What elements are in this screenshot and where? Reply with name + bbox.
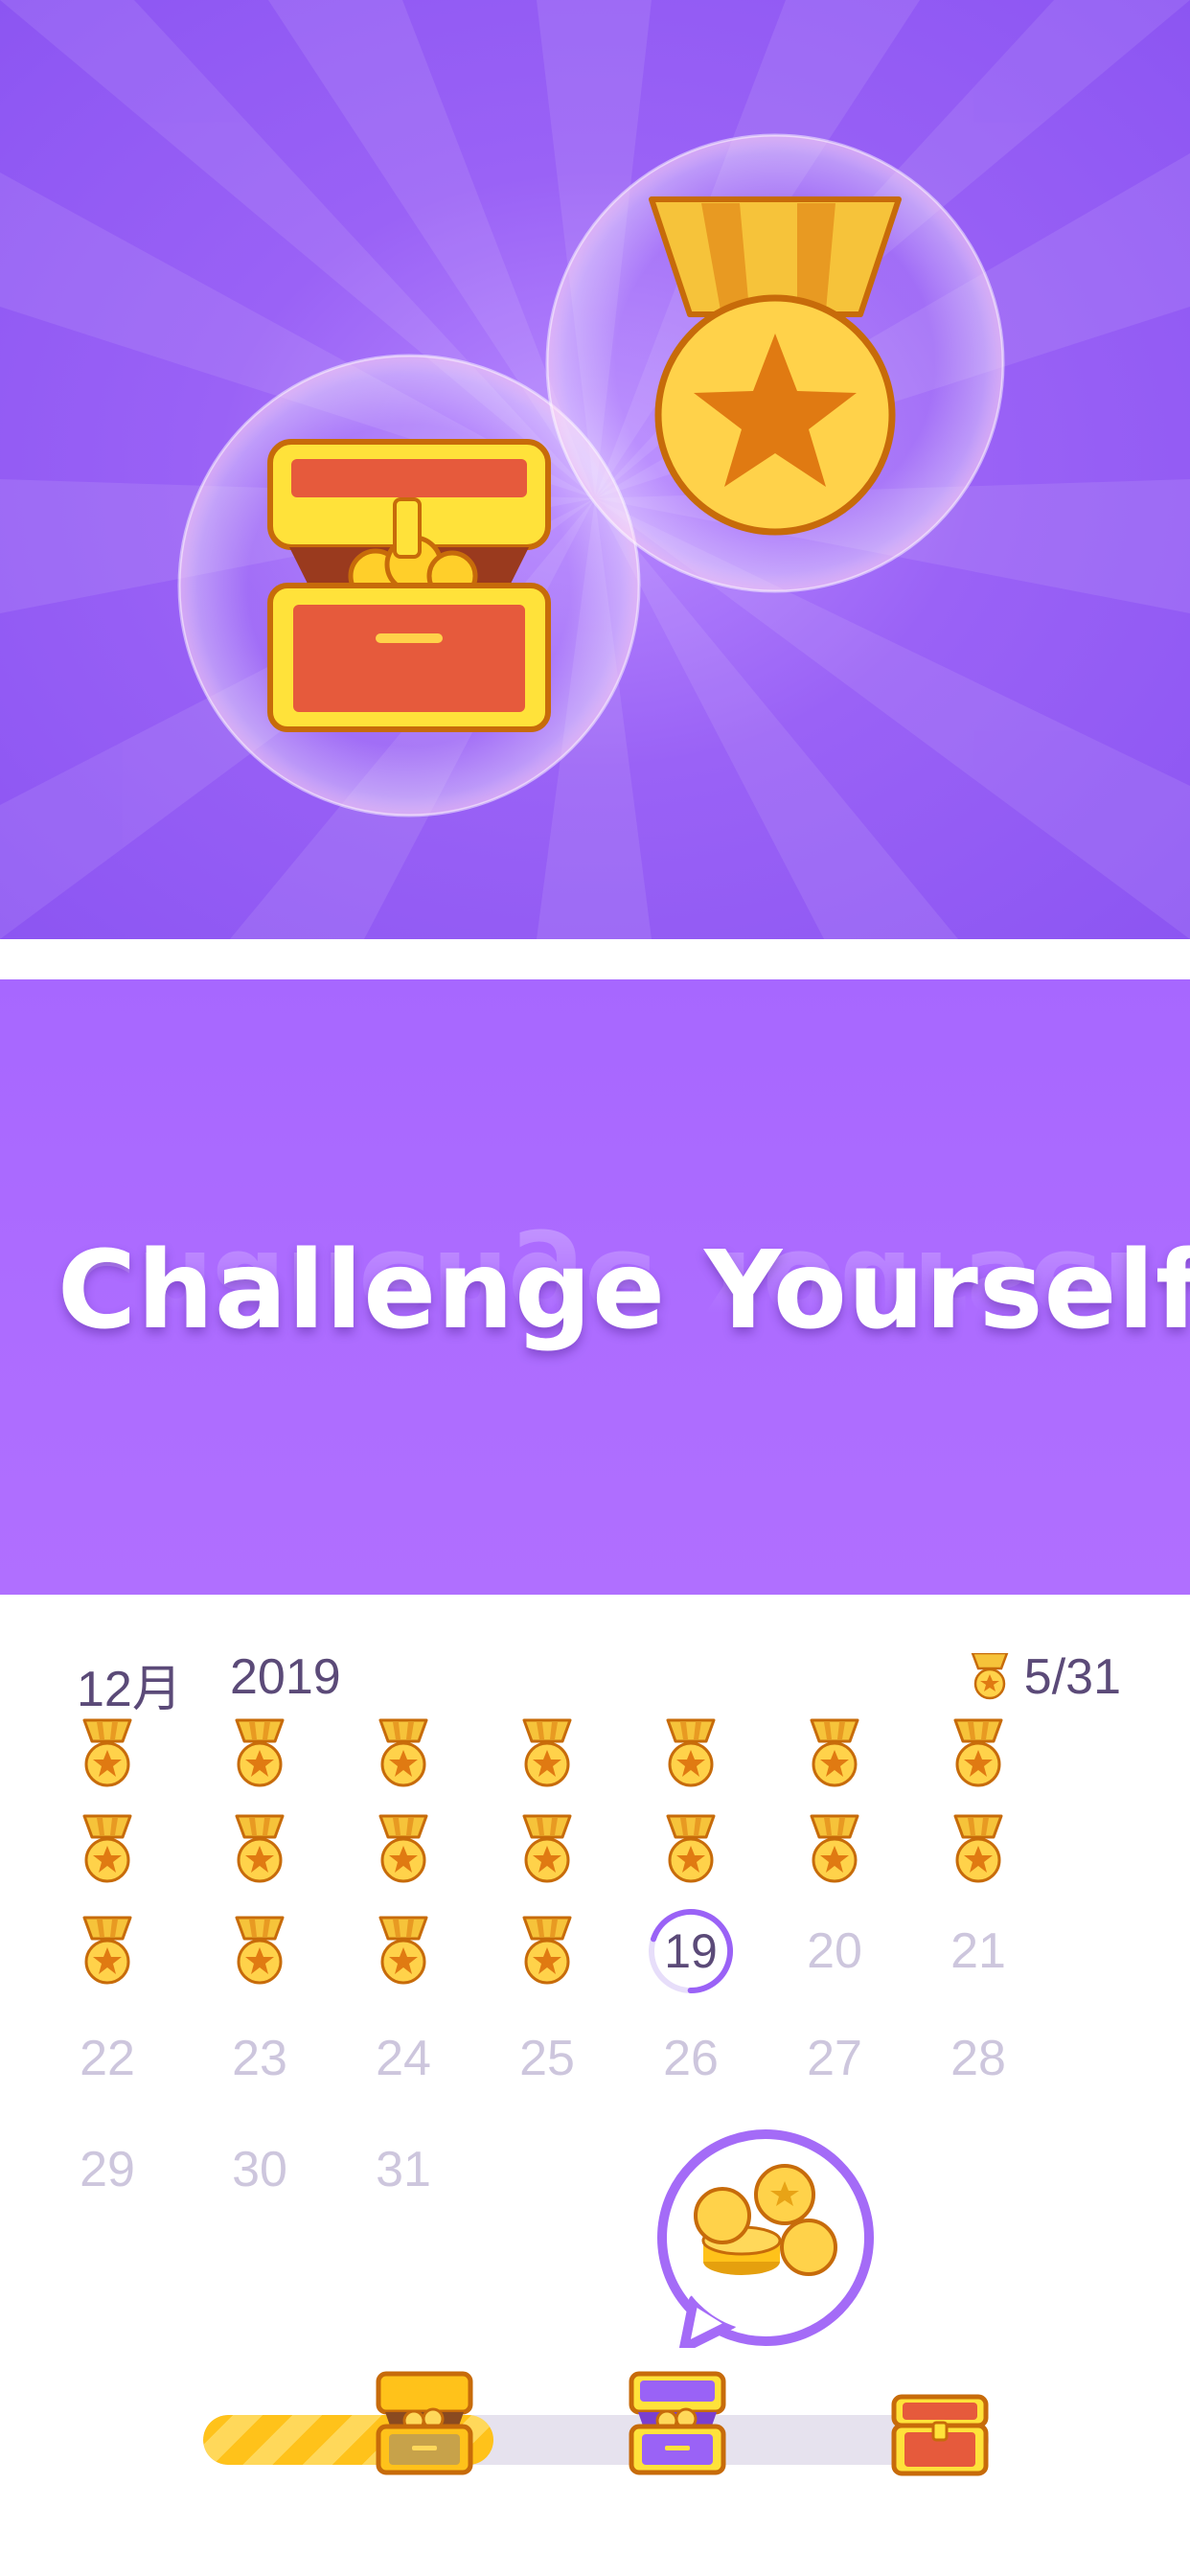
medal-icon — [522, 1718, 572, 1787]
medal-icon — [666, 1814, 716, 1883]
calendar-day[interactable] — [207, 1701, 312, 1806]
calendar-day-number: 25 — [519, 2031, 575, 2086]
calendar-progress: 5/31 — [971, 1648, 1121, 1706]
calendar-day[interactable] — [207, 1797, 312, 1902]
calendar-day[interactable] — [207, 1898, 312, 2004]
calendar-day[interactable] — [926, 1701, 1031, 1806]
calendar-day[interactable]: 27 — [782, 2006, 887, 2111]
calendar-day[interactable] — [351, 1797, 456, 1902]
calendar-day[interactable]: 31 — [351, 2117, 456, 2222]
calendar-day[interactable] — [55, 1701, 160, 1806]
today-day-number: 19 — [664, 1924, 718, 1978]
reward-progress-bar — [203, 2415, 989, 2465]
calendar-day-number: 26 — [663, 2031, 719, 2086]
calendar-day-number: 21 — [950, 1923, 1006, 1979]
calendar-day[interactable]: 22 — [55, 2006, 160, 2111]
medal-icon — [810, 1814, 859, 1883]
calendar-year: 2019 — [230, 1649, 341, 1705]
chest-opened-gold-icon[interactable] — [376, 2371, 473, 2476]
medal-icon — [522, 1814, 572, 1883]
medal-icon — [810, 1718, 859, 1787]
medal-bubble — [545, 133, 1005, 593]
calendar-day[interactable] — [782, 1701, 887, 1806]
calendar-day[interactable] — [494, 1797, 600, 1902]
medal-icon — [378, 1718, 428, 1787]
calendar-day[interactable] — [638, 1797, 744, 1902]
chest-closed-red-icon[interactable] — [891, 2394, 989, 2476]
calendar-day[interactable] — [638, 1701, 744, 1806]
calendar-day-number: 31 — [376, 2142, 431, 2197]
medal-icon — [235, 1916, 285, 1985]
calendar-day-number: 29 — [80, 2142, 135, 2197]
medal-icon — [378, 1814, 428, 1883]
medal-icon — [82, 1916, 132, 1985]
chest-opened-purple-icon[interactable] — [629, 2371, 726, 2476]
calendar-day-number: 20 — [807, 1923, 862, 1979]
medal-icon — [235, 1718, 285, 1787]
calendar-day[interactable]: 25 — [494, 2006, 600, 2111]
calendar-day[interactable]: 21 — [926, 1898, 1031, 2004]
calendar-day-number: 27 — [807, 2031, 862, 2086]
calendar-day[interactable]: 29 — [55, 2117, 160, 2222]
hero-illustration — [0, 0, 1190, 939]
calendar-day[interactable]: 23 — [207, 2006, 312, 2111]
medal-icon — [82, 1814, 132, 1883]
medal-icon — [953, 1718, 1003, 1787]
treasure-chest-icon — [267, 439, 551, 732]
calendar-day[interactable]: 24 — [351, 2006, 456, 2111]
banner-title-reflection: Challenge Yourself — [57, 1227, 1186, 1351]
medal-icon — [953, 1814, 1003, 1883]
calendar-day[interactable]: 28 — [926, 2006, 1031, 2111]
medal-icon — [666, 1718, 716, 1787]
calendar-day[interactable] — [351, 1701, 456, 1806]
today-indicator[interactable]: 19 — [649, 1909, 733, 1993]
calendar-progress-count: 5/31 — [1023, 1649, 1121, 1705]
medal-icon — [522, 1916, 572, 1985]
medal-icon — [82, 1718, 132, 1787]
section-divider — [0, 939, 1190, 979]
reward-popup[interactable] — [655, 2128, 876, 2348]
calendar-day[interactable] — [782, 1797, 887, 1902]
challenge-banner: Challenge Yourself Challenge Yourself — [0, 979, 1190, 1595]
calendar-day-number: 22 — [80, 2031, 135, 2086]
calendar-day[interactable] — [926, 1797, 1031, 1902]
medal-icon — [235, 1814, 285, 1883]
calendar-day[interactable] — [55, 1797, 160, 1902]
calendar-day[interactable] — [351, 1898, 456, 2004]
calendar-day[interactable]: 20 — [782, 1898, 887, 2004]
calendar-day-number: 23 — [232, 2031, 287, 2086]
calendar-day[interactable] — [494, 1898, 600, 2004]
medal-icon — [649, 196, 902, 536]
medal-icon — [971, 1653, 1009, 1700]
calendar-day[interactable] — [55, 1898, 160, 2004]
medal-icon — [378, 1916, 428, 1985]
calendar-day-number: 28 — [950, 2031, 1006, 2086]
calendar-day[interactable]: 26 — [638, 2006, 744, 2111]
calendar-day-number: 24 — [376, 2031, 431, 2086]
calendar-day[interactable] — [494, 1701, 600, 1806]
calendar-day[interactable]: 19 — [638, 1898, 744, 2004]
calendar-day-number: 30 — [232, 2142, 287, 2197]
calendar-day[interactable]: 30 — [207, 2117, 312, 2222]
